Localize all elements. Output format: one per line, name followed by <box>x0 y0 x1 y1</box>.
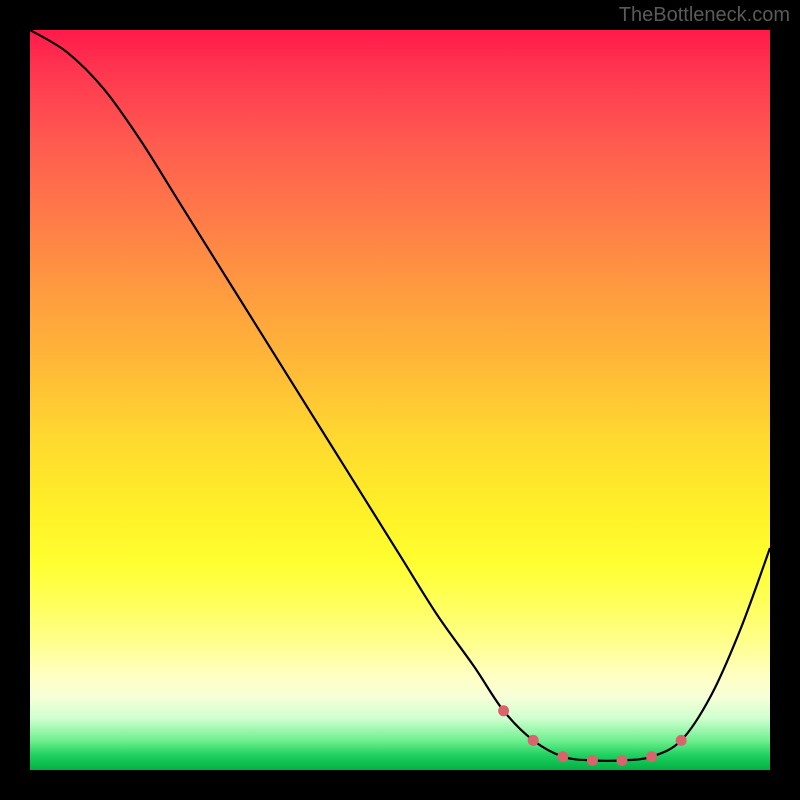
curve-marker <box>557 751 568 762</box>
curve-marker <box>617 755 628 766</box>
bottleneck-curve <box>30 30 770 761</box>
watermark-text: TheBottleneck.com <box>619 4 790 27</box>
curve-marker <box>587 755 598 766</box>
plot-area <box>30 30 770 770</box>
curve-marker <box>646 751 657 762</box>
curve-marker <box>498 705 509 716</box>
curve-marker <box>676 735 687 746</box>
curve-marker <box>528 735 539 746</box>
curve-svg <box>30 30 770 770</box>
